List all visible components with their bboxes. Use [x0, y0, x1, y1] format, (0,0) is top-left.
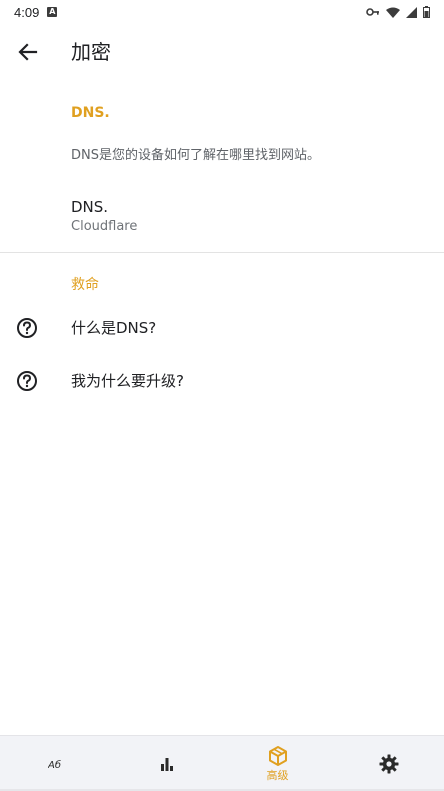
- wifi-icon: [386, 7, 400, 18]
- nav-item-settings[interactable]: [333, 736, 444, 791]
- dns-setting-value: Cloudflare: [71, 219, 138, 234]
- gear-icon: [379, 754, 398, 773]
- nav-item-premium[interactable]: 高级: [222, 736, 333, 791]
- svg-text:Aб: Aб: [48, 759, 61, 770]
- nav-label-premium: 高级: [266, 769, 289, 782]
- back-button[interactable]: [14, 38, 42, 66]
- translate-icon: Aб: [48, 759, 61, 770]
- arrow-back-icon: [18, 43, 38, 61]
- nav-item-translate[interactable]: Aб: [0, 736, 111, 791]
- divider: [0, 252, 444, 253]
- help-circle-icon: [17, 371, 37, 391]
- status-left: 4:09 A: [14, 4, 58, 20]
- help-item-what-is-dns[interactable]: 什么是DNS?: [0, 304, 444, 352]
- status-time: 4:09: [14, 4, 40, 20]
- dns-setting-title: DNS.: [71, 198, 109, 216]
- dns-description: DNS是您的设备如何了解在哪里找到网站。: [71, 148, 320, 163]
- notification-icon: A: [47, 7, 58, 17]
- status-right: [366, 6, 430, 18]
- dns-setting-item[interactable]: DNS. Cloudflare: [0, 188, 444, 246]
- section-header-dns: DNS.: [71, 105, 110, 121]
- help-item-why-upgrade[interactable]: 我为什么要升级?: [0, 357, 444, 405]
- signal-icon: [406, 6, 417, 18]
- page-title: 加密: [71, 40, 111, 64]
- help-item-label: 我为什么要升级?: [71, 372, 184, 390]
- vpn-key-icon: [366, 8, 379, 16]
- bottom-navigation: Aб 高级: [0, 735, 444, 791]
- battery-icon: [423, 6, 430, 18]
- status-bar: 4:09 A: [0, 0, 444, 24]
- help-circle-icon: [17, 318, 37, 338]
- section-header-help: 救命: [71, 277, 99, 293]
- top-app-bar: 加密: [0, 24, 444, 80]
- package-icon: [268, 746, 287, 766]
- help-item-label: 什么是DNS?: [71, 319, 157, 337]
- nav-item-stats[interactable]: [111, 736, 222, 791]
- bar-chart-icon: [160, 757, 173, 771]
